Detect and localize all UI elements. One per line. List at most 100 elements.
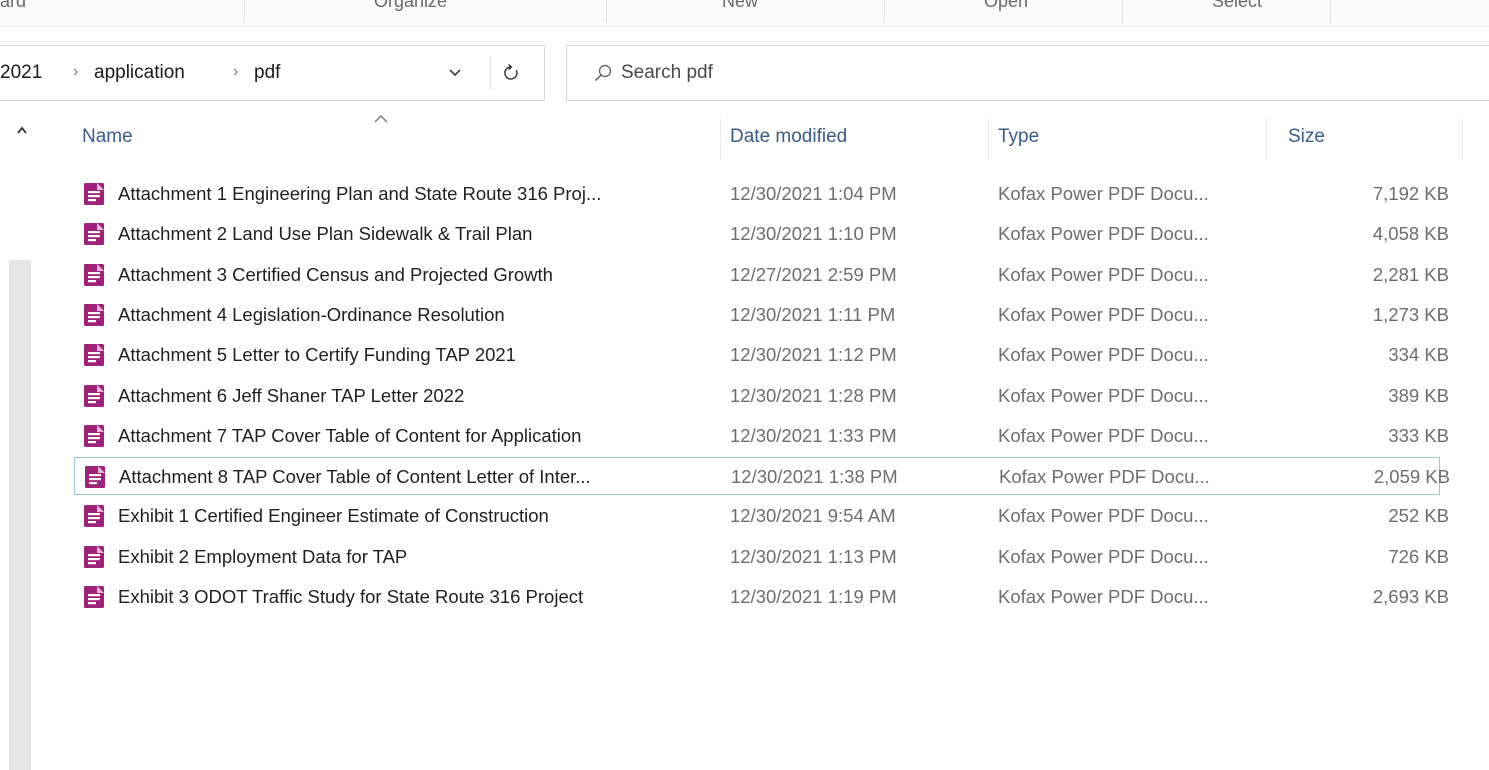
column-header-size[interactable]: Size <box>1288 126 1325 148</box>
file-type: Kofax Power PDF Docu... <box>998 384 1209 406</box>
file-row[interactable]: Attachment 8 TAP Cover Table of Content … <box>74 457 1450 496</box>
file-row[interactable]: Attachment 1 Engineering Plan and State … <box>74 175 1449 213</box>
file-row[interactable]: Attachment 7 TAP Cover Table of Content … <box>74 417 1449 455</box>
file-row[interactable]: Exhibit 1 Certified Engineer Estimate of… <box>74 497 1449 535</box>
column-header-type[interactable]: Type <box>998 126 1039 148</box>
search-input[interactable] <box>621 60 1121 86</box>
file-type: Kofax Power PDF Docu... <box>998 505 1209 527</box>
breadcrumb-separator-icon: › <box>73 63 79 80</box>
pdf-file-icon <box>84 263 104 286</box>
sort-ascending-icon <box>374 115 388 123</box>
file-row[interactable]: Attachment 6 Jeff Shaner TAP Letter 2022… <box>74 377 1449 415</box>
file-size: 389 KB <box>1388 384 1449 406</box>
file-row[interactable]: Attachment 2 Land Use Plan Sidewalk & Tr… <box>74 215 1449 253</box>
ribbon-divider <box>244 0 245 22</box>
file-type: Kofax Power PDF Docu... <box>999 466 1210 488</box>
pdf-file-icon <box>84 303 104 326</box>
file-date-modified: 12/30/2021 1:28 PM <box>730 384 897 406</box>
file-name: Exhibit 3 ODOT Traffic Study for State R… <box>118 586 584 607</box>
search-box[interactable] <box>566 45 1489 101</box>
file-date-modified: 12/30/2021 1:04 PM <box>730 183 897 204</box>
breadcrumb-item-2021[interactable]: 2021 <box>0 62 42 84</box>
file-date-modified: 12/30/2021 1:11 PM <box>730 303 896 325</box>
file-size: 4,058 KB <box>1372 223 1449 245</box>
ribbon-group-clipboard-label: ard <box>0 0 27 11</box>
file-name: Attachment 2 Land Use Plan Sidewalk & Tr… <box>118 223 533 245</box>
file-date-modified: 12/30/2021 1:19 PM <box>730 586 897 607</box>
file-type: Kofax Power PDF Docu... <box>998 586 1209 607</box>
address-history-dropdown-button[interactable] <box>440 58 470 88</box>
pdf-file-icon <box>84 545 104 568</box>
file-list: Name Date modified Type Size Attachment … <box>70 112 1489 670</box>
file-name: Attachment 7 TAP Cover Table of Content … <box>118 424 582 446</box>
file-date-modified: 12/27/2021 2:59 PM <box>730 263 897 285</box>
file-name: Attachment 6 Jeff Shaner TAP Letter 2022 <box>118 384 465 406</box>
pdf-file-icon <box>84 586 104 608</box>
file-row[interactable]: Attachment 4 Legislation-Ordinance Resol… <box>74 296 1449 334</box>
file-name: Attachment 8 TAP Cover Table of Content … <box>119 466 591 488</box>
ribbon-divider <box>884 0 885 22</box>
ribbon-divider <box>1122 0 1123 22</box>
file-date-modified: 12/30/2021 1:10 PM <box>730 223 897 245</box>
pdf-file-icon <box>84 505 104 528</box>
file-size: 333 KB <box>1388 424 1449 446</box>
ribbon-divider <box>606 0 607 22</box>
column-divider[interactable] <box>720 118 721 160</box>
breadcrumb-separator-icon: › <box>233 63 239 80</box>
pdf-file-icon <box>84 384 104 407</box>
file-name: Attachment 4 Legislation-Ordinance Resol… <box>118 303 505 325</box>
file-name: Attachment 3 Certified Census and Projec… <box>118 263 553 285</box>
pdf-file-icon <box>84 183 104 205</box>
file-name: Exhibit 1 Certified Engineer Estimate of… <box>118 505 549 527</box>
file-row[interactable]: Exhibit 2 Employment Data for TAP 12/30/2… <box>74 538 1449 576</box>
ribbon-group-labels: ard Organize New Open Select <box>0 0 1489 27</box>
breadcrumb-item-application[interactable]: application <box>94 62 185 84</box>
file-name: Attachment 5 Letter to Certify Funding T… <box>118 344 516 366</box>
column-header-name[interactable]: Name <box>82 126 133 148</box>
file-type: Kofax Power PDF Docu... <box>998 183 1209 204</box>
pdf-file-icon <box>84 424 104 447</box>
file-type: Kofax Power PDF Docu... <box>998 223 1209 245</box>
file-size: 334 KB <box>1388 344 1449 366</box>
column-divider[interactable] <box>1462 118 1463 160</box>
chevron-up-icon[interactable] <box>12 120 32 140</box>
file-name: Attachment 1 Engineering Plan and State … <box>118 183 602 204</box>
file-size: 2,693 KB <box>1372 586 1449 607</box>
breadcrumb-item-pdf[interactable]: pdf <box>254 62 280 84</box>
file-size: 726 KB <box>1388 545 1449 567</box>
column-divider[interactable] <box>988 118 989 160</box>
file-size: 2,281 KB <box>1372 263 1449 285</box>
chevron-down-icon <box>449 69 461 77</box>
file-row[interactable]: Exhibit 3 ODOT Traffic Study for State R… <box>74 578 1449 616</box>
file-date-modified: 12/30/2021 1:12 PM <box>730 344 897 366</box>
file-type: Kofax Power PDF Docu... <box>998 545 1209 567</box>
ribbon-divider <box>1330 0 1331 22</box>
file-name: Exhibit 2 Employment Data for TAP <box>118 545 408 567</box>
column-header-date-modified[interactable]: Date modified <box>730 126 847 148</box>
address-bar[interactable]: 2021 › application › pdf <box>0 45 545 101</box>
file-date-modified: 12/30/2021 1:33 PM <box>730 424 897 446</box>
file-date-modified: 12/30/2021 1:38 PM <box>731 466 898 488</box>
file-row[interactable]: Attachment 5 Letter to Certify Funding T… <box>74 336 1449 374</box>
ribbon-group-select-label: Select <box>1212 0 1263 11</box>
pdf-file-icon <box>84 223 104 246</box>
ribbon-group-open-label: Open <box>984 0 1029 11</box>
file-type: Kofax Power PDF Docu... <box>998 344 1209 366</box>
file-row[interactable]: Attachment 3 Certified Census and Projec… <box>74 256 1449 294</box>
refresh-icon <box>504 64 518 80</box>
refresh-button[interactable] <box>490 56 531 90</box>
pdf-file-icon <box>85 466 105 489</box>
navigation-pane <box>0 112 42 770</box>
file-date-modified: 12/30/2021 1:13 PM <box>730 545 897 567</box>
column-divider[interactable] <box>1266 118 1267 160</box>
pdf-file-icon <box>84 344 104 367</box>
file-size: 252 KB <box>1388 505 1449 527</box>
file-date-modified: 12/30/2021 9:54 AM <box>730 505 896 527</box>
search-icon <box>594 64 612 82</box>
file-size: 7,192 KB <box>1372 183 1449 204</box>
file-type: Kofax Power PDF Docu... <box>998 424 1209 446</box>
navigation-pane-scrollbar[interactable] <box>9 260 31 770</box>
file-size: 2,059 KB <box>1373 466 1450 488</box>
ribbon-group-organize-label: Organize <box>374 0 448 11</box>
file-size: 1,273 KB <box>1372 303 1449 325</box>
